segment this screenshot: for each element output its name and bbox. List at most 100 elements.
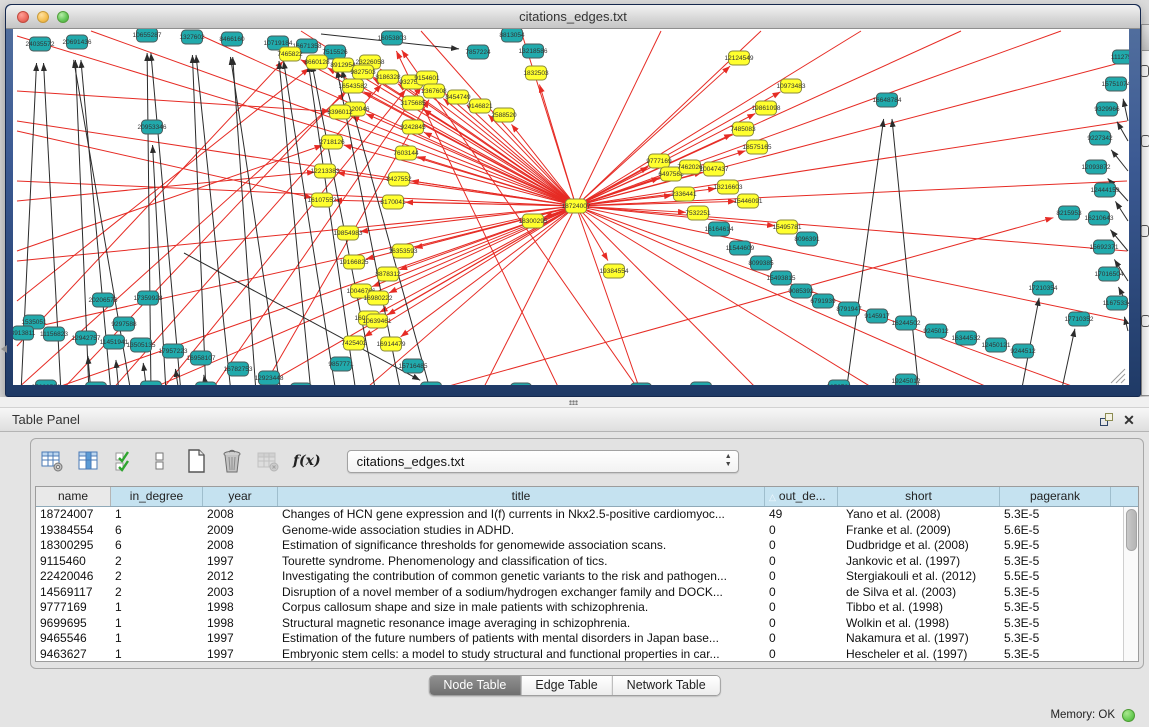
- table-cell-year[interactable]: 2008: [203, 507, 278, 523]
- table-cell-name[interactable]: 9463627: [36, 647, 111, 663]
- table-cell-out_de[interactable]: 0: [765, 523, 838, 539]
- function-builder-icon[interactable]: f(x): [293, 453, 321, 469]
- table-row[interactable]: 1872400712008Changes of HCN gene express…: [36, 507, 1138, 523]
- delete-trash-icon[interactable]: [219, 448, 245, 474]
- splitter-collapse-arrow[interactable]: [1, 345, 7, 353]
- table-cell-title[interactable]: Estimation of the future numbers of pati…: [278, 631, 765, 647]
- graph-node[interactable]: [691, 382, 712, 385]
- table-cell-in_degree[interactable]: 6: [111, 538, 203, 554]
- tab-node-table[interactable]: Node Table: [429, 676, 520, 695]
- tab-network-table[interactable]: Network Table: [612, 676, 720, 695]
- table-cell-year[interactable]: 2008: [203, 538, 278, 554]
- table-cell-pagerank[interactable]: 5.5E-5: [1000, 569, 1111, 585]
- column-header-year[interactable]: year: [203, 487, 278, 506]
- table-row[interactable]: 2242004622012Investigating the contribut…: [36, 569, 1138, 585]
- table-cell-pagerank[interactable]: 5.3E-5: [1000, 616, 1111, 632]
- table-cell-year[interactable]: 2009: [203, 523, 278, 539]
- table-cell-title[interactable]: Tourette syndrome. Phenomenology and cla…: [278, 554, 765, 570]
- show-column-icon[interactable]: [75, 448, 101, 474]
- table-cell-year[interactable]: 1997: [203, 554, 278, 570]
- table-cell-title[interactable]: Investigating the contribution of common…: [278, 569, 765, 585]
- table-cell-short[interactable]: Nakamura et al. (1997): [838, 631, 1000, 647]
- table-row[interactable]: 946362711997Embryonic stem cells: a mode…: [36, 647, 1138, 663]
- table-row[interactable]: 969969511998Structural magnetic resonanc…: [36, 616, 1138, 632]
- table-cell-short[interactable]: Jankovic et al. (1997): [838, 554, 1000, 570]
- column-header-short[interactable]: short: [838, 487, 1000, 506]
- table-cell-pagerank[interactable]: 5.3E-5: [1000, 631, 1111, 647]
- scrollbar-thumb[interactable]: [1126, 509, 1137, 551]
- table-cell-in_degree[interactable]: 1: [111, 616, 203, 632]
- new-document-icon[interactable]: [183, 448, 209, 474]
- column-header-pagerank[interactable]: pagerank: [1000, 487, 1111, 506]
- table-cell-short[interactable]: Franke et al. (2009): [838, 523, 1000, 539]
- table-cell-out_de[interactable]: 0: [765, 631, 838, 647]
- graph-node[interactable]: [196, 382, 217, 385]
- column-header-out_de[interactable]: △out_de...: [765, 487, 838, 506]
- table-cell-name[interactable]: 9699695: [36, 616, 111, 632]
- table-cell-pagerank[interactable]: 5.3E-5: [1000, 507, 1111, 523]
- table-cell-title[interactable]: Disruption of a novel member of a sodium…: [278, 585, 765, 601]
- horizontal-splitter[interactable]: [0, 397, 1149, 408]
- table-cell-in_degree[interactable]: 1: [111, 631, 203, 647]
- close-panel-icon[interactable]: ✕: [1121, 412, 1137, 428]
- splitter-grip-icon[interactable]: [569, 400, 578, 405]
- table-cell-out_de[interactable]: 0: [765, 600, 838, 616]
- table-cell-title[interactable]: Estimation of significance thresholds fo…: [278, 538, 765, 554]
- float-panel-icon[interactable]: [1099, 412, 1115, 428]
- network-canvas[interactable]: 2403557220691436106552871327602846616010…: [13, 29, 1129, 385]
- table-cell-in_degree[interactable]: 1: [111, 600, 203, 616]
- table-cell-in_degree[interactable]: 1: [111, 647, 203, 663]
- table-cell-out_de[interactable]: 0: [765, 616, 838, 632]
- table-cell-short[interactable]: Wolkin et al. (1998): [838, 616, 1000, 632]
- table-cell-short[interactable]: Yano et al. (2008): [838, 507, 1000, 523]
- table-cell-in_degree[interactable]: 2: [111, 585, 203, 601]
- table-cell-out_de[interactable]: 0: [765, 585, 838, 601]
- table-cell-name[interactable]: 14569117: [36, 585, 111, 601]
- table-cell-year[interactable]: 2003: [203, 585, 278, 601]
- table-cell-pagerank[interactable]: 5.9E-5: [1000, 538, 1111, 554]
- table-cell-name[interactable]: 9465546: [36, 631, 111, 647]
- graph-node[interactable]: [291, 383, 312, 385]
- table-cell-name[interactable]: 18724007: [36, 507, 111, 523]
- window-titlebar[interactable]: citations_edges.txt: [6, 5, 1140, 29]
- tab-edge-table[interactable]: Edge Table: [520, 676, 611, 695]
- select-all-icon[interactable]: [111, 448, 137, 474]
- table-cell-pagerank[interactable]: 5.6E-5: [1000, 523, 1111, 539]
- table-cell-in_degree[interactable]: 2: [111, 554, 203, 570]
- table-cell-short[interactable]: Stergiakouli et al. (2012): [838, 569, 1000, 585]
- table-chooser-dropdown[interactable]: citations_edges.txt ▲▼: [347, 450, 739, 473]
- table-row[interactable]: 1830029562008Estimation of significance …: [36, 538, 1138, 554]
- table-cell-out_de[interactable]: 0: [765, 538, 838, 554]
- table-cell-short[interactable]: Dudbridge et al. (2008): [838, 538, 1000, 554]
- table-cell-title[interactable]: Structural magnetic resonance image aver…: [278, 616, 765, 632]
- table-cell-in_degree[interactable]: 2: [111, 569, 203, 585]
- table-cell-year[interactable]: 1998: [203, 600, 278, 616]
- vertical-scrollbar[interactable]: [1123, 507, 1138, 661]
- table-cell-out_de[interactable]: 0: [765, 647, 838, 663]
- table-cell-year[interactable]: 2012: [203, 569, 278, 585]
- column-header-title[interactable]: title: [278, 487, 765, 506]
- table-cell-in_degree[interactable]: 1: [111, 507, 203, 523]
- table-cell-title[interactable]: Embryonic stem cells: a model to study s…: [278, 647, 765, 663]
- table-cell-title[interactable]: Corpus callosum shape and size in male p…: [278, 600, 765, 616]
- table-cell-pagerank[interactable]: 5.3E-5: [1000, 647, 1111, 663]
- table-row[interactable]: 1456911722003Disruption of a novel membe…: [36, 585, 1138, 601]
- table-cell-short[interactable]: de Silva et al. (2003): [838, 585, 1000, 601]
- table-cell-name[interactable]: 9777169: [36, 600, 111, 616]
- unselect-all-icon[interactable]: [147, 448, 173, 474]
- table-row[interactable]: 1938455462009Genome-wide association stu…: [36, 523, 1138, 539]
- table-cell-short[interactable]: Tibbo et al. (1998): [838, 600, 1000, 616]
- table-cell-name[interactable]: 18300295: [36, 538, 111, 554]
- column-header-in_degree[interactable]: in_degree: [111, 487, 203, 506]
- table-cell-title[interactable]: Genome-wide association studies in ADHD.: [278, 523, 765, 539]
- table-cell-year[interactable]: 1998: [203, 616, 278, 632]
- graph-node[interactable]: [421, 382, 442, 385]
- table-settings-icon[interactable]: [39, 448, 65, 474]
- graph-node[interactable]: [511, 383, 532, 385]
- table-cell-year[interactable]: 1997: [203, 647, 278, 663]
- graph-node[interactable]: [631, 383, 652, 385]
- graph-node[interactable]: [86, 382, 107, 385]
- table-cell-pagerank[interactable]: 5.3E-5: [1000, 585, 1111, 601]
- table-cell-short[interactable]: Hescheler et al. (1997): [838, 647, 1000, 663]
- table-cell-year[interactable]: 1997: [203, 631, 278, 647]
